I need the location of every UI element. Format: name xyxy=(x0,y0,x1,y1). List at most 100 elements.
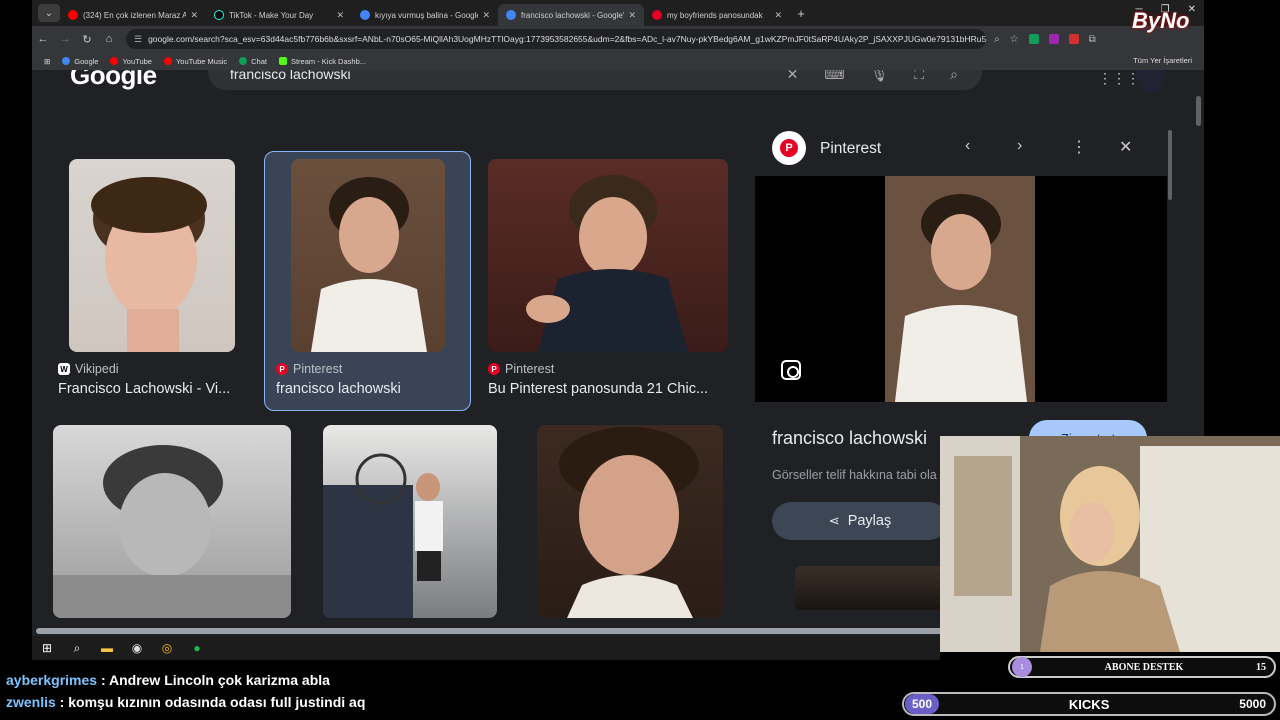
result-title-1[interactable]: Francisco Lachowski - Vi... xyxy=(58,381,248,397)
tab-tiktok[interactable]: TikTok - Make Your Day ✕ xyxy=(206,4,352,26)
kicks-label: KICKS xyxy=(1068,696,1110,712)
result-title-2[interactable]: francisco lachowski xyxy=(276,381,466,397)
keyboard-icon[interactable]: ⌨ xyxy=(824,70,844,83)
address-bar[interactable]: ☰ google.com/search?sca_esv=63d44ac5fb77… xyxy=(126,29,986,49)
next-image-icon[interactable]: › xyxy=(1017,137,1022,155)
result-source-2[interactable]: P Pinterest xyxy=(276,362,342,376)
reload-icon[interactable]: ↻ xyxy=(76,33,98,46)
google-favicon-icon xyxy=(506,10,516,20)
related-image[interactable] xyxy=(795,566,955,610)
new-tab-button[interactable]: + xyxy=(790,6,812,21)
bookmark-youtube[interactable]: YouTube xyxy=(110,57,152,66)
google-lens-icon[interactable] xyxy=(781,360,801,380)
youtube-music-icon xyxy=(163,57,172,65)
url-text: google.com/search?sca_esv=63d44ac5fb776b… xyxy=(148,34,986,44)
sub-goal-count: 15 xyxy=(1256,661,1266,673)
close-panel-icon[interactable]: ✕ xyxy=(1119,137,1132,157)
tiktok-favicon-icon xyxy=(214,10,224,20)
pinterest-favicon-icon xyxy=(652,10,662,20)
site-info-icon[interactable]: ☰ xyxy=(134,34,142,45)
close-tab-icon[interactable]: ✕ xyxy=(482,10,490,21)
chat-message: ayberkgrimes : Andrew Lincoln çok karizm… xyxy=(6,672,330,688)
bookmark-google[interactable]: Google xyxy=(62,57,98,66)
result-source-3[interactable]: P Pinterest xyxy=(488,362,554,376)
tab-youtube[interactable]: (324) En çok izlenen Maraz Ali ✕ xyxy=(60,4,206,26)
google-logo[interactable]: Google xyxy=(70,70,157,91)
chrome-icon[interactable]: ◎ xyxy=(160,641,174,655)
search-icon[interactable]: ⌕ xyxy=(950,70,958,83)
tab-search-button[interactable]: ⌄ xyxy=(38,4,60,22)
back-icon[interactable]: ← xyxy=(32,33,54,45)
apps-grid-icon[interactable]: ⊞ xyxy=(44,57,50,66)
extension-red-icon[interactable] xyxy=(1068,33,1079,44)
home-icon[interactable]: ⌂ xyxy=(98,33,120,45)
extension-green-icon[interactable] xyxy=(1028,33,1039,44)
tab-pinterest[interactable]: my boyfriends panosundak ✕ xyxy=(644,4,790,26)
share-button[interactable]: ⋖ Paylaş xyxy=(772,502,948,540)
result-source-1[interactable]: W Vikipedi xyxy=(58,362,119,376)
result-image-2[interactable] xyxy=(291,159,445,352)
close-tab-icon[interactable]: ✕ xyxy=(774,10,782,21)
result-image-5[interactable] xyxy=(323,425,497,618)
close-tab-icon[interactable]: ✕ xyxy=(336,10,344,21)
result-title-3[interactable]: Bu Pinterest panosunda 21 Chic... xyxy=(488,381,728,397)
lens-search-icon[interactable]: ⛶ xyxy=(914,70,924,83)
portrait-photo xyxy=(53,445,291,618)
subscriber-goal-bar: 1 ABONE DESTEK 15 xyxy=(1008,656,1276,678)
pinterest-logo-icon: P xyxy=(772,131,806,165)
extensions-puzzle-icon[interactable]: ⧉ xyxy=(1089,34,1096,45)
chat-icon xyxy=(239,57,248,65)
spotify-icon[interactable]: ● xyxy=(190,641,204,655)
portrait-photo xyxy=(559,427,699,618)
obs-icon[interactable]: ◉ xyxy=(130,641,144,655)
share-icon: ⋖ xyxy=(828,513,840,528)
bookmark-youtube-music[interactable]: YouTube Music xyxy=(163,57,227,66)
google-favicon-icon xyxy=(360,10,370,20)
voice-search-icon[interactable]: 🎙︎ xyxy=(871,70,889,83)
search-query[interactable]: francisco lachowski xyxy=(230,70,351,82)
tab-label: kıyıya vurmuş balina - Google' xyxy=(375,10,479,20)
tab-label: my boyfriends panosundak xyxy=(667,10,763,20)
result-image-3[interactable] xyxy=(488,159,728,352)
forward-icon[interactable]: → xyxy=(54,33,76,45)
zoom-icon[interactable]: ⌕ xyxy=(994,34,1000,45)
extension-purple-icon[interactable] xyxy=(1048,33,1059,44)
search-box[interactable]: francisco lachowski ✕ ⌨ 🎙︎ ⛶ ⌕ xyxy=(208,70,982,90)
tab-google-francisco[interactable]: francisco lachowski - Google'd ✕ xyxy=(498,4,644,26)
page-scrollbar[interactable] xyxy=(1196,96,1201,126)
search-box-icons: ✕ ⌨ 🎙︎ ⛶ ⌕ xyxy=(787,70,958,83)
chat-text: Andrew Lincoln çok karizma abla xyxy=(108,672,330,688)
close-tab-icon[interactable]: ✕ xyxy=(628,10,636,21)
tab-google-balina[interactable]: kıyıya vurmuş balina - Google' ✕ xyxy=(352,4,498,26)
result-image-4[interactable] xyxy=(53,425,291,618)
search-icon[interactable]: ⌕ xyxy=(70,641,84,655)
file-explorer-icon[interactable]: ▬ xyxy=(100,641,114,655)
preview-image[interactable] xyxy=(755,176,1167,402)
bookmark-label: Stream - Kick Dashb... xyxy=(290,56,366,66)
sub-goal-current: 1 xyxy=(1012,657,1032,677)
bookmark-star-icon[interactable]: ☆ xyxy=(1010,34,1019,45)
chat-username: ayberkgrimes xyxy=(6,672,98,688)
previous-image-icon[interactable]: ‹ xyxy=(965,137,970,155)
more-options-icon[interactable]: ⋮ xyxy=(1071,137,1087,157)
kicks-goal-bar: 500 KICKS 5000 xyxy=(902,692,1276,716)
all-bookmarks-folder[interactable]: Tüm Yer İşaretleri xyxy=(1133,56,1192,65)
bookmark-kick-dashboard[interactable]: Stream - Kick Dashb... xyxy=(278,56,366,66)
clear-search-icon[interactable]: ✕ xyxy=(787,70,799,83)
kicks-current: 500 xyxy=(905,694,939,714)
tennis-photo xyxy=(323,453,443,618)
kicks-goal: 5000 xyxy=(1239,697,1266,711)
panel-scrollbar[interactable] xyxy=(1168,130,1172,200)
avatar[interactable] xyxy=(1136,70,1164,92)
tab-strip: ⌄ (324) En çok izlenen Maraz Ali ✕ TikTo… xyxy=(32,0,1204,26)
horizontal-scrollbar[interactable] xyxy=(36,628,1036,634)
wikipedia-icon: W xyxy=(58,363,70,375)
panel-source-name[interactable]: Pinterest xyxy=(820,140,881,158)
windows-start-icon[interactable]: ⊞ xyxy=(40,641,54,655)
result-image-1[interactable] xyxy=(69,159,235,352)
close-tab-icon[interactable]: ✕ xyxy=(190,10,198,21)
bookmark-chat[interactable]: Chat xyxy=(239,57,267,66)
google-apps-icon[interactable]: ⋮⋮⋮ xyxy=(1098,70,1140,87)
result-image-6[interactable] xyxy=(537,425,723,618)
panel-title[interactable]: francisco lachowski xyxy=(772,428,927,449)
